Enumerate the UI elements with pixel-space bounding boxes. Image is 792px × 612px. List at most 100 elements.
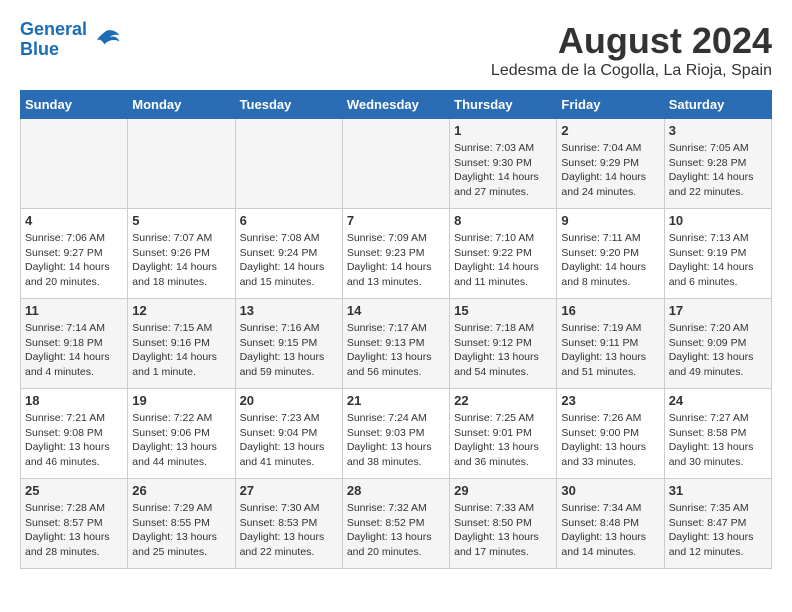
day-number: 12 bbox=[132, 303, 230, 318]
calendar-cell: 26 Sunrise: 7:29 AM Sunset: 8:55 PM Dayli… bbox=[128, 479, 235, 569]
column-header-sunday: Sunday bbox=[21, 91, 128, 119]
day-number: 29 bbox=[454, 483, 552, 498]
day-number: 17 bbox=[669, 303, 767, 318]
day-info: Sunrise: 7:34 AM Sunset: 8:48 PM Dayligh… bbox=[561, 501, 659, 560]
day-info: Sunrise: 7:15 AM Sunset: 9:16 PM Dayligh… bbox=[132, 321, 230, 380]
day-number: 1 bbox=[454, 123, 552, 138]
day-info: Sunrise: 7:03 AM Sunset: 9:30 PM Dayligh… bbox=[454, 141, 552, 200]
day-info: Sunrise: 7:06 AM Sunset: 9:27 PM Dayligh… bbox=[25, 231, 123, 290]
day-info: Sunrise: 7:17 AM Sunset: 9:13 PM Dayligh… bbox=[347, 321, 445, 380]
day-info: Sunrise: 7:27 AM Sunset: 8:58 PM Dayligh… bbox=[669, 411, 767, 470]
calendar-cell: 31Sunrise: 7:35 AM Sunset: 8:47 PM Dayli… bbox=[664, 479, 771, 569]
logo-bird-icon bbox=[91, 25, 121, 55]
day-info: Sunrise: 7:25 AM Sunset: 9:01 PM Dayligh… bbox=[454, 411, 552, 470]
day-number: 20 bbox=[240, 393, 338, 408]
calendar-cell: 22 Sunrise: 7:25 AM Sunset: 9:01 PM Dayli… bbox=[450, 389, 557, 479]
day-number: 16 bbox=[561, 303, 659, 318]
calendar-table: SundayMondayTuesdayWednesdayThursdayFrid… bbox=[20, 90, 772, 569]
calendar-cell: 4Sunrise: 7:06 AM Sunset: 9:27 PM Daylig… bbox=[21, 209, 128, 299]
column-header-wednesday: Wednesday bbox=[342, 91, 449, 119]
calendar-week-row: 18 Sunrise: 7:21 AM Sunset: 9:08 PM Dayli… bbox=[21, 389, 772, 479]
day-number: 23 bbox=[561, 393, 659, 408]
calendar-cell: 29 Sunrise: 7:33 AM Sunset: 8:50 PM Dayli… bbox=[450, 479, 557, 569]
calendar-cell: 8 Sunrise: 7:10 AM Sunset: 9:22 PM Daylig… bbox=[450, 209, 557, 299]
calendar-cell: 7Sunrise: 7:09 AM Sunset: 9:23 PM Daylig… bbox=[342, 209, 449, 299]
column-header-tuesday: Tuesday bbox=[235, 91, 342, 119]
calendar-cell: 2 Sunrise: 7:04 AM Sunset: 9:29 PM Daylig… bbox=[557, 119, 664, 209]
day-number: 5 bbox=[132, 213, 230, 228]
day-info: Sunrise: 7:04 AM Sunset: 9:29 PM Dayligh… bbox=[561, 141, 659, 200]
day-info: Sunrise: 7:18 AM Sunset: 9:12 PM Dayligh… bbox=[454, 321, 552, 380]
calendar-cell: 25 Sunrise: 7:28 AM Sunset: 8:57 PM Dayli… bbox=[21, 479, 128, 569]
day-info: Sunrise: 7:29 AM Sunset: 8:55 PM Dayligh… bbox=[132, 501, 230, 560]
day-number: 14 bbox=[347, 303, 445, 318]
column-header-friday: Friday bbox=[557, 91, 664, 119]
calendar-cell: 10Sunrise: 7:13 AM Sunset: 9:19 PM Dayli… bbox=[664, 209, 771, 299]
calendar-cell: 24 Sunrise: 7:27 AM Sunset: 8:58 PM Dayli… bbox=[664, 389, 771, 479]
logo: General Blue bbox=[20, 20, 121, 60]
day-info: Sunrise: 7:14 AM Sunset: 9:18 PM Dayligh… bbox=[25, 321, 123, 380]
calendar-header-row: SundayMondayTuesdayWednesdayThursdayFrid… bbox=[21, 91, 772, 119]
day-number: 10 bbox=[669, 213, 767, 228]
calendar-cell: 28 Sunrise: 7:32 AM Sunset: 8:52 PM Dayli… bbox=[342, 479, 449, 569]
day-number: 19 bbox=[132, 393, 230, 408]
day-info: Sunrise: 7:30 AM Sunset: 8:53 PM Dayligh… bbox=[240, 501, 338, 560]
day-number: 6 bbox=[240, 213, 338, 228]
column-header-monday: Monday bbox=[128, 91, 235, 119]
day-number: 26 bbox=[132, 483, 230, 498]
day-info: Sunrise: 7:21 AM Sunset: 9:08 PM Dayligh… bbox=[25, 411, 123, 470]
calendar-cell: 6 Sunrise: 7:08 AM Sunset: 9:24 PM Daylig… bbox=[235, 209, 342, 299]
calendar-cell: 11 Sunrise: 7:14 AM Sunset: 9:18 PM Dayli… bbox=[21, 299, 128, 389]
calendar-cell bbox=[21, 119, 128, 209]
day-number: 27 bbox=[240, 483, 338, 498]
day-info: Sunrise: 7:28 AM Sunset: 8:57 PM Dayligh… bbox=[25, 501, 123, 560]
day-info: Sunrise: 7:20 AM Sunset: 9:09 PM Dayligh… bbox=[669, 321, 767, 380]
day-info: Sunrise: 7:19 AM Sunset: 9:11 PM Dayligh… bbox=[561, 321, 659, 380]
calendar-cell: 5Sunrise: 7:07 AM Sunset: 9:26 PM Daylig… bbox=[128, 209, 235, 299]
calendar-cell: 12 Sunrise: 7:15 AM Sunset: 9:16 PM Dayli… bbox=[128, 299, 235, 389]
day-number: 3 bbox=[669, 123, 767, 138]
calendar-cell: 13 Sunrise: 7:16 AM Sunset: 9:15 PM Dayli… bbox=[235, 299, 342, 389]
calendar-cell: 21Sunrise: 7:24 AM Sunset: 9:03 PM Dayli… bbox=[342, 389, 449, 479]
day-number: 7 bbox=[347, 213, 445, 228]
calendar-week-row: 4Sunrise: 7:06 AM Sunset: 9:27 PM Daylig… bbox=[21, 209, 772, 299]
calendar-week-row: 11 Sunrise: 7:14 AM Sunset: 9:18 PM Dayli… bbox=[21, 299, 772, 389]
calendar-cell: 3Sunrise: 7:05 AM Sunset: 9:28 PM Daylig… bbox=[664, 119, 771, 209]
day-number: 18 bbox=[25, 393, 123, 408]
day-number: 8 bbox=[454, 213, 552, 228]
calendar-cell: 18 Sunrise: 7:21 AM Sunset: 9:08 PM Dayli… bbox=[21, 389, 128, 479]
day-number: 15 bbox=[454, 303, 552, 318]
day-info: Sunrise: 7:33 AM Sunset: 8:50 PM Dayligh… bbox=[454, 501, 552, 560]
calendar-cell: 16 Sunrise: 7:19 AM Sunset: 9:11 PM Dayli… bbox=[557, 299, 664, 389]
day-info: Sunrise: 7:24 AM Sunset: 9:03 PM Dayligh… bbox=[347, 411, 445, 470]
day-info: Sunrise: 7:16 AM Sunset: 9:15 PM Dayligh… bbox=[240, 321, 338, 380]
day-number: 11 bbox=[25, 303, 123, 318]
page-header: General Blue August 2024 Ledesma de la C… bbox=[20, 20, 772, 80]
day-number: 25 bbox=[25, 483, 123, 498]
calendar-cell: 15 Sunrise: 7:18 AM Sunset: 9:12 PM Dayli… bbox=[450, 299, 557, 389]
day-info: Sunrise: 7:10 AM Sunset: 9:22 PM Dayligh… bbox=[454, 231, 552, 290]
day-info: Sunrise: 7:11 AM Sunset: 9:20 PM Dayligh… bbox=[561, 231, 659, 290]
calendar-cell: 30 Sunrise: 7:34 AM Sunset: 8:48 PM Dayli… bbox=[557, 479, 664, 569]
month-year-title: August 2024 bbox=[491, 20, 772, 62]
day-info: Sunrise: 7:23 AM Sunset: 9:04 PM Dayligh… bbox=[240, 411, 338, 470]
calendar-cell: 1 Sunrise: 7:03 AM Sunset: 9:30 PM Daylig… bbox=[450, 119, 557, 209]
logo-text: General Blue bbox=[20, 20, 87, 60]
day-info: Sunrise: 7:26 AM Sunset: 9:00 PM Dayligh… bbox=[561, 411, 659, 470]
day-number: 2 bbox=[561, 123, 659, 138]
day-number: 24 bbox=[669, 393, 767, 408]
day-number: 28 bbox=[347, 483, 445, 498]
day-number: 31 bbox=[669, 483, 767, 498]
column-header-thursday: Thursday bbox=[450, 91, 557, 119]
day-info: Sunrise: 7:32 AM Sunset: 8:52 PM Dayligh… bbox=[347, 501, 445, 560]
day-info: Sunrise: 7:08 AM Sunset: 9:24 PM Dayligh… bbox=[240, 231, 338, 290]
calendar-cell: 20 Sunrise: 7:23 AM Sunset: 9:04 PM Dayli… bbox=[235, 389, 342, 479]
location-subtitle: Ledesma de la Cogolla, La Rioja, Spain bbox=[491, 62, 772, 80]
day-info: Sunrise: 7:22 AM Sunset: 9:06 PM Dayligh… bbox=[132, 411, 230, 470]
calendar-cell: 14 Sunrise: 7:17 AM Sunset: 9:13 PM Dayli… bbox=[342, 299, 449, 389]
day-number: 13 bbox=[240, 303, 338, 318]
calendar-week-row: 1 Sunrise: 7:03 AM Sunset: 9:30 PM Daylig… bbox=[21, 119, 772, 209]
day-number: 22 bbox=[454, 393, 552, 408]
calendar-cell: 23 Sunrise: 7:26 AM Sunset: 9:00 PM Dayli… bbox=[557, 389, 664, 479]
day-number: 30 bbox=[561, 483, 659, 498]
